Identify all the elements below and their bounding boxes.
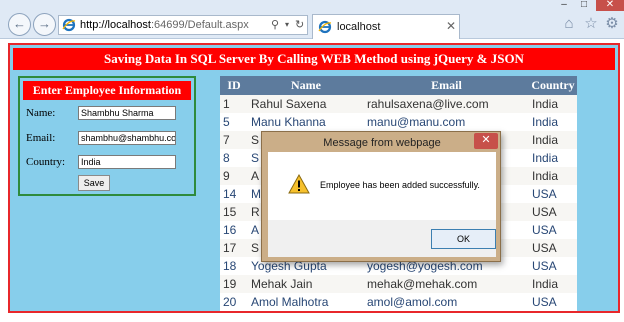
table-row: 5 Manu Khanna manu@manu.com India [220, 113, 577, 131]
cell-country: India [529, 167, 577, 185]
favorites-icon[interactable]: ☆ [582, 15, 600, 33]
cell-id: 9 [220, 167, 248, 185]
table-row: 20 Amol Malhotra amol@amol.com USA [220, 293, 577, 311]
window-close-button[interactable]: ✕ [596, 0, 624, 11]
browser-chrome: – □ ✕ ← → http://localhost:64699/Default… [0, 0, 624, 39]
cell-country: USA [529, 239, 577, 257]
address-bar[interactable]: http://localhost:64699/Default.aspx ⚲ ▾ … [58, 15, 308, 35]
tab-localhost[interactable]: localhost ✕ [312, 14, 460, 39]
alert-dialog: Message from webpage ✕ Employee has been… [261, 131, 501, 262]
maximize-button[interactable]: □ [576, 0, 592, 11]
cell-name: Manu Khanna [248, 113, 364, 131]
name-label: Name: [26, 107, 56, 119]
dialog-body: Employee has been added successfully. [268, 152, 496, 220]
table-row: 1 Rahul Saxena rahulsaxena@live.com Indi… [220, 95, 577, 113]
refresh-icon[interactable]: ↻ [295, 18, 304, 32]
cell-email: amol@amol.com [364, 293, 529, 311]
cell-country: USA [529, 203, 577, 221]
cell-country: USA [529, 221, 577, 239]
cell-email: mehak@mehak.com [364, 275, 529, 293]
cell-email: manu@manu.com [364, 113, 529, 131]
tab-title: localhost [337, 21, 381, 33]
home-icon[interactable]: ⌂ [560, 15, 578, 33]
ie-icon [62, 18, 76, 32]
country-field[interactable]: India [78, 155, 176, 169]
cell-id: 5 [220, 113, 248, 131]
tab-close-icon[interactable]: ✕ [446, 20, 456, 33]
cell-country: India [529, 113, 577, 131]
cell-id: 17 [220, 239, 248, 257]
cell-country: India [529, 95, 577, 113]
header-name: Name [248, 76, 364, 95]
email-label: Email: [26, 132, 56, 144]
cell-country: India [529, 149, 577, 167]
cell-id: 14 [220, 185, 248, 203]
cell-id: 8 [220, 149, 248, 167]
dialog-close-button[interactable]: ✕ [474, 133, 498, 149]
table-header-row: ID Name Email Country [220, 76, 577, 95]
cell-id: 7 [220, 131, 248, 149]
save-button[interactable]: Save [78, 175, 110, 191]
dialog-footer: OK [268, 220, 496, 257]
cell-country: USA [529, 293, 577, 311]
header-id: ID [220, 76, 248, 95]
dialog-message: Employee has been added successfully. [320, 180, 480, 190]
cell-id: 15 [220, 203, 248, 221]
minimize-button[interactable]: – [556, 0, 572, 11]
cell-id: 18 [220, 257, 248, 275]
ok-button[interactable]: OK [431, 229, 496, 249]
cell-country: India [529, 275, 577, 293]
warning-icon [288, 174, 310, 194]
cell-id: 20 [220, 293, 248, 311]
cell-country: USA [529, 257, 577, 275]
url-host: http://localhost [80, 19, 151, 31]
cell-id: 19 [220, 275, 248, 293]
email-field[interactable]: shambhu@shambhu.con [78, 131, 176, 145]
name-field[interactable]: Shambhu Sharma [78, 106, 176, 120]
back-button[interactable]: ← [8, 13, 31, 36]
country-label: Country: [26, 156, 66, 168]
search-icon[interactable]: ⚲ [271, 18, 279, 32]
cell-country: USA [529, 185, 577, 203]
cell-name: Rahul Saxena [248, 95, 364, 113]
cell-name: Amol Malhotra [248, 293, 364, 311]
cell-country: India [529, 131, 577, 149]
forward-button[interactable]: → [33, 13, 56, 36]
url-path: :64699/Default.aspx [150, 19, 249, 31]
header-email: Email [364, 76, 529, 95]
header-country: Country [529, 76, 577, 95]
dialog-title: Message from webpage [323, 137, 441, 149]
table-row: 19 Mehak Jain mehak@mehak.com India [220, 275, 577, 293]
gear-icon[interactable]: ⚙ [603, 15, 621, 33]
ie-tab-icon [318, 20, 332, 34]
dropdown-icon[interactable]: ▾ [285, 18, 289, 32]
form-title: Enter Employee Information [23, 81, 191, 100]
cell-name: Mehak Jain [248, 275, 364, 293]
cell-id: 1 [220, 95, 248, 113]
cell-email: rahulsaxena@live.com [364, 95, 529, 113]
employee-form: Enter Employee Information Name: Shambhu… [18, 76, 196, 196]
cell-id: 16 [220, 221, 248, 239]
url-text: http://localhost:64699/Default.aspx [80, 18, 249, 32]
page-title: Saving Data In SQL Server By Calling WEB… [13, 48, 615, 70]
